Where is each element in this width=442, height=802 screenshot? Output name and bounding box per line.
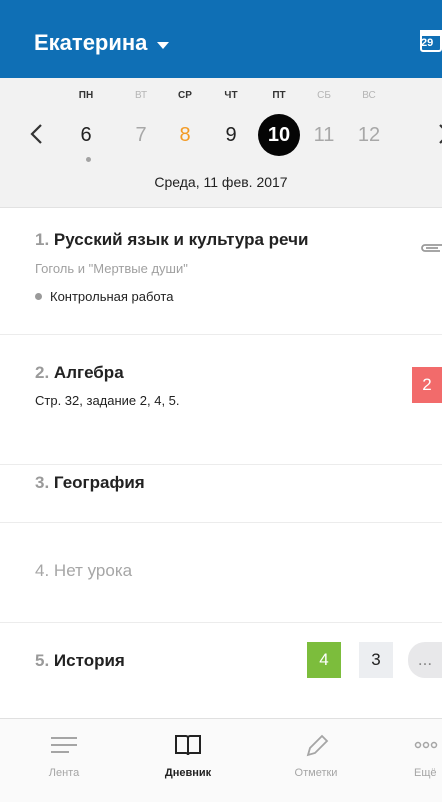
chevron-left-icon[interactable] <box>28 120 46 148</box>
day-cell[interactable]: 11 <box>303 114 345 156</box>
weekday-label: СБ <box>317 90 331 101</box>
day-cell-selected[interactable]: 10 <box>258 114 300 156</box>
weekday-label: ПН <box>78 90 94 101</box>
lesson-number: 3. <box>35 473 50 492</box>
tab-more[interactable]: Ещё <box>400 719 442 802</box>
lesson-test: Контрольная работа <box>35 289 173 304</box>
lesson-item[interactable]: 2. Алгебра Стр. 32, задание 2, 4, 5. <box>0 335 442 465</box>
grade-badge[interactable]: 3 <box>359 642 393 678</box>
lesson-subject: История <box>53 651 125 670</box>
tab-label: Отметки <box>294 767 338 779</box>
tab-grades[interactable]: Отметки <box>276 719 356 802</box>
calendar-icon-top <box>420 30 442 36</box>
lesson-item[interactable]: 1. Русский язык и культура речи Гоголь и… <box>0 208 442 335</box>
lesson-subject: География <box>53 473 145 492</box>
feed-icon <box>51 737 77 753</box>
day-cell[interactable]: 12 <box>348 114 390 156</box>
lesson-item: 4. Нет урока <box>0 523 442 623</box>
weekday-label: ПТ <box>272 90 286 101</box>
day-cell[interactable]: 7 <box>120 114 162 156</box>
calendar-day-number: 29 <box>421 37 434 49</box>
more-grades-button[interactable]: ... <box>408 642 442 678</box>
chevron-down-icon <box>157 41 170 49</box>
weekday-label: ВС <box>362 90 376 101</box>
lesson-title: 4. Нет урока <box>35 561 132 581</box>
tab-label: Ещё <box>414 767 437 779</box>
tab-label: Дневник <box>164 767 212 779</box>
calendar-button[interactable]: 29 <box>416 26 442 54</box>
lesson-number: 1. <box>35 230 50 249</box>
more-icon <box>414 741 438 749</box>
lesson-subject: Русский язык и культура речи <box>53 230 309 249</box>
weekday-label: ЧТ <box>224 90 238 101</box>
week-strip: ПН ВТ СР ЧТ ПТ СБ ВС 6 7 8 9 10 11 12 Ср… <box>0 78 442 208</box>
lesson-number: 2. <box>35 363 50 382</box>
lesson-homework: Стр. 32, задание 2, 4, 5. <box>35 393 180 408</box>
lesson-test-label: Контрольная работа <box>50 289 174 304</box>
selected-date: Среда, 11 фев. 2017 <box>154 174 288 190</box>
lesson-subject: Алгебра <box>53 363 124 382</box>
weekday-label: ВТ <box>134 90 148 101</box>
tab-feed[interactable]: Лента <box>24 719 104 802</box>
grade-badge[interactable]: 2 <box>412 367 442 403</box>
weekday-label: СР <box>178 90 192 101</box>
lesson-title: 2. Алгебра <box>35 363 124 383</box>
lesson-title: 5. История <box>35 651 125 671</box>
student-selector[interactable]: Екатерина <box>34 30 170 56</box>
bottom-tab-bar: Лента Дневник Отметки Ещё <box>0 718 442 802</box>
day-cell[interactable]: 8 <box>164 114 206 156</box>
tab-label: Лента <box>48 767 80 779</box>
lesson-item[interactable]: 3. География <box>0 465 442 523</box>
lesson-subject: Нет урока <box>53 561 133 580</box>
app-bar: Екатерина 29 <box>0 0 442 78</box>
lesson-topic: Гоголь и "Мертвые души" <box>35 261 188 276</box>
day-cell[interactable]: 6 <box>65 114 107 156</box>
pencil-icon <box>306 734 329 757</box>
lesson-number: 5. <box>35 651 50 670</box>
lesson-number: 4. <box>35 561 50 580</box>
bullet-icon <box>35 293 42 300</box>
event-dot <box>86 157 91 162</box>
grade-badge[interactable]: 4 <box>307 642 341 678</box>
lesson-title: 3. География <box>35 473 145 493</box>
book-icon <box>175 735 201 756</box>
chevron-right-icon[interactable] <box>436 120 442 148</box>
day-cell[interactable]: 9 <box>210 114 252 156</box>
lesson-title: 1. Русский язык и культура речи <box>35 230 308 250</box>
student-name: Екатерина <box>34 30 148 55</box>
tab-diary[interactable]: Дневник <box>148 719 228 802</box>
paperclip-icon[interactable] <box>418 242 442 254</box>
